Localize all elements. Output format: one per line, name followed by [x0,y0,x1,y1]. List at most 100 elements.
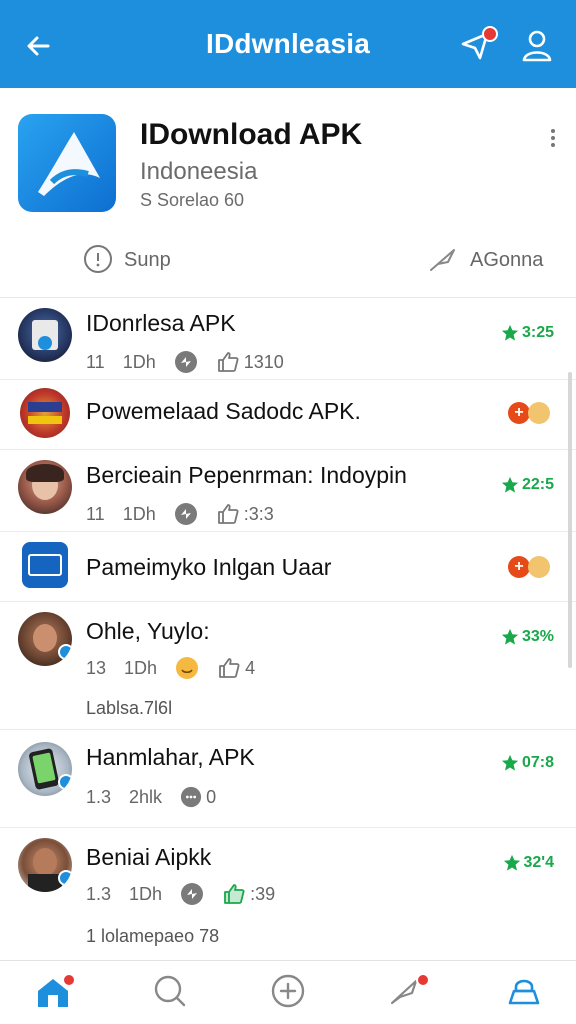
item-stats: 11 1Dh :3:3 [86,502,292,526]
comment-icon [174,351,197,373]
scrollbar[interactable] [568,372,572,668]
avatar [18,838,72,892]
list-item[interactable]: Beniai Aipkk 1.3 1Dh :39 1 lolamepaeo 78… [0,828,576,958]
emoji-reaction-icon [528,556,550,578]
comment-button[interactable] [174,350,198,374]
app-icon-avatar [22,542,68,588]
notification-dot [416,973,430,987]
star-icon [503,854,520,871]
item-score: 22:5 [501,476,554,494]
star-icon [501,476,519,493]
item-title: Hanmlahar, APK [86,744,255,770]
score-value: 32'4 [523,854,555,871]
comment-button[interactable] [174,502,198,526]
send-icon [430,249,455,271]
item-score: 07:8 [501,754,554,772]
like-button[interactable]: 4 [217,656,255,680]
share-button[interactable] [458,26,498,68]
item-score: 32'4 [503,854,555,872]
like-button[interactable]: 1310 [216,350,284,374]
comment-icon [180,786,202,808]
comment-button[interactable] [180,882,204,906]
avatar [18,308,72,362]
emoji-button[interactable] [175,656,199,680]
share-action[interactable]: AGonna [428,244,543,276]
user-icon [522,30,552,62]
nav-home[interactable] [34,973,76,1013]
stat-count: 1.3 [86,786,112,807]
like-count: 4 [245,657,256,678]
like-count: 1310 [243,351,284,372]
notification-dot [482,26,498,42]
item-title: IDonrlesa APK [86,310,236,336]
star-icon [501,754,519,771]
more-dot-icon [551,136,555,140]
stat-time: 2hlk [129,786,163,807]
list-item[interactable]: Bercieain Pepenrman: Indoypin 11 1Dh :3:… [0,450,576,532]
nav-notifications[interactable] [388,973,430,1013]
item-stats: 13 1Dh 4 [86,656,273,680]
comment-icon [181,883,204,905]
avatar [20,388,70,438]
app-name: IDownload APK [140,118,363,151]
like-count: :3:3 [243,503,274,524]
item-title: Beniai Aipkk [86,844,212,870]
item-title: Powemelaad Sadodc APK. [86,398,361,424]
search-icon [154,975,186,1007]
item-title: Pameimyko Inlgan Uaar [86,554,332,580]
avatar [18,612,72,666]
list-item[interactable]: Hanmlahar, APK 1.3 2hlk 0 07:8 [0,730,576,828]
nav-add[interactable] [270,973,310,1013]
reaction-pair[interactable]: + [508,556,550,578]
list-item[interactable]: IDonrlesa APK 11 1Dh 1310 3:25 [0,298,576,380]
comment-count: 0 [206,786,217,807]
nav-search[interactable] [152,973,192,1013]
app-logo [18,114,116,212]
more-dot-icon [551,129,555,133]
reaction-pair[interactable]: + [508,402,550,424]
bottom-navigation [0,960,576,1024]
star-icon [501,324,519,341]
score-value: 22:5 [521,476,554,493]
app-logo-icon [38,132,100,196]
smile-emoji-icon [176,657,199,679]
thumbs-up-icon [219,658,240,678]
more-dot-icon [551,143,555,147]
list-item[interactable]: Ohle, Yuylo: 13 1Dh 4 Lablsa.7l6l 33% [0,602,576,730]
item-extra-text: 1 lolamepaeo 78 [86,926,220,946]
list-item[interactable]: Pameimyko Inlgan Uaar + [0,532,576,602]
thumbs-up-icon [224,884,245,904]
support-action[interactable]: Sunp [82,244,171,276]
like-button[interactable]: :39 [222,882,275,906]
thumbs-up-icon [217,504,239,524]
comment-button[interactable]: 0 [180,786,216,808]
nav-profile[interactable] [506,973,546,1013]
plus-reaction-icon: + [508,556,530,578]
stat-count: 11 [86,351,105,372]
verified-badge [58,644,72,660]
list-item[interactable]: Powemelaad Sadodc APK. + [0,380,576,450]
stat-count: 11 [86,503,105,524]
more-options-button[interactable] [546,126,560,154]
plus-reaction-icon: + [508,402,530,424]
stat-count: 13 [86,657,107,678]
like-count: :39 [250,883,276,904]
item-extra-text: Lablsa.7l6l [86,698,173,718]
star-icon [501,628,519,645]
score-value: 07:8 [521,754,554,771]
item-score: 33% [501,628,554,646]
share-label: AGonna [470,248,544,271]
item-title: Bercieain Pepenrman: Indoypin [86,462,407,488]
notification-dot [62,973,76,987]
profile-icon [508,979,540,1005]
stat-time: 1Dh [129,883,163,904]
like-button[interactable]: :3:3 [216,502,274,526]
thumbs-up-icon [217,352,239,372]
stat-time: 1Dh [124,657,158,678]
support-label: Sunp [124,248,171,271]
top-app-bar: IDdwnleasia [0,0,576,88]
score-value: 33% [521,628,554,645]
profile-button[interactable] [520,28,558,66]
avatar [18,460,72,514]
stat-time: 1Dh [122,503,156,524]
